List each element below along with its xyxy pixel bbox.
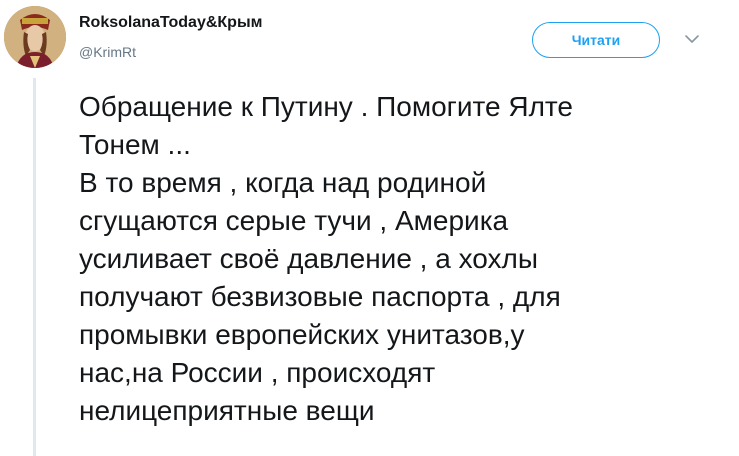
tweet-text-line: сгущаются серые тучи , Америка <box>79 205 509 236</box>
tweet-text-line: Обращение к Путину . Помогите Ялте <box>79 91 574 122</box>
tweet-text-line: Тонем ... <box>79 129 191 160</box>
avatar[interactable] <box>4 6 66 68</box>
user-handle[interactable]: @KrimRt <box>79 44 136 60</box>
display-name[interactable]: RoksolanaToday&Крым <box>79 14 262 32</box>
tweet-text-line: промывки европейских унитазов,у <box>79 319 525 350</box>
tweet-text-line: В то время , когда над родиной <box>79 167 487 198</box>
tweet-text-line: получают безвизовые паспорта , для <box>79 281 561 312</box>
tweet-text: Обращение к Путину . Помогите Ялте Тонем… <box>79 88 729 430</box>
user-avatar-icon <box>4 6 66 68</box>
thread-connector-line <box>33 78 36 456</box>
tweet-text-line: нас,на России , происходят <box>79 357 436 388</box>
chevron-down-icon[interactable] <box>683 32 701 46</box>
tweet-text-line: нелицеприятные вещи <box>79 395 375 426</box>
tweet-text-line: усиливает своё давление , а хохлы <box>79 243 538 274</box>
follow-button[interactable]: Читати <box>532 22 660 58</box>
